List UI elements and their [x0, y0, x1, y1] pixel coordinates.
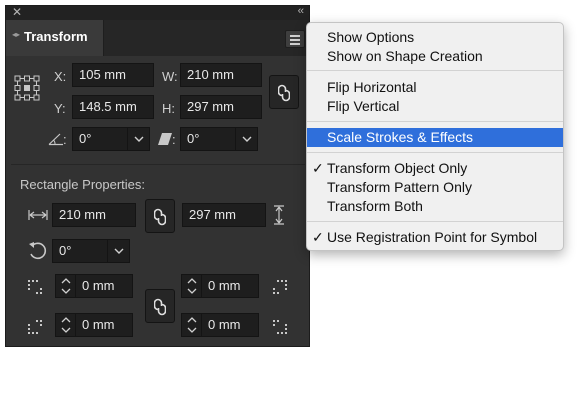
corner-br-value: 0 mm: [208, 317, 241, 332]
menu-item-use-registration-point[interactable]: ✓ Use Registration Point for Symbol: [307, 228, 563, 247]
menu-item-label: Flip Vertical: [327, 98, 400, 114]
menu-item-label: Transform Pattern Only: [327, 179, 472, 195]
rotate-angle-icon: [48, 133, 63, 146]
y-label: Y:: [54, 101, 66, 116]
menu-item-label: Show on Shape Creation: [327, 48, 483, 64]
y-field[interactable]: 148.5 mm: [72, 95, 154, 119]
corner-bottom-left-icon: [28, 320, 42, 334]
rect-height-icon: [274, 205, 284, 225]
menu-item-scale-strokes-effects[interactable]: Scale Strokes & Effects: [307, 128, 563, 147]
panel-tabstrip: ◂▸ Transform: [6, 20, 309, 56]
chevron-down-icon[interactable]: [127, 128, 149, 150]
checkmark-icon: ✓: [312, 229, 324, 245]
constrain-proportions-button[interactable]: [269, 75, 299, 109]
panel-menu-button[interactable]: [285, 30, 305, 48]
shear-value: 0°: [187, 131, 200, 146]
menu-item-flip-vertical[interactable]: Flip Vertical: [307, 97, 563, 116]
stepper-arrows-icon[interactable]: [56, 314, 76, 336]
menu-separator: [307, 121, 563, 122]
stepper-arrows-icon[interactable]: [182, 314, 202, 336]
menu-item-label: Use Registration Point for Symbol: [327, 229, 538, 245]
chain-link-icon: [154, 298, 166, 316]
tab-title: Transform: [24, 29, 88, 44]
chain-link-icon: [278, 84, 290, 102]
h-field[interactable]: 297 mm: [180, 95, 262, 119]
menu-separator: [307, 70, 563, 71]
corner-tl-value: 0 mm: [82, 278, 115, 293]
corner-tr-stepper[interactable]: 0 mm: [181, 274, 259, 298]
tab-arrows-icon: ◂▸: [12, 30, 21, 39]
collapse-icon[interactable]: ‹‹: [298, 4, 304, 18]
stepper-arrows-icon[interactable]: [56, 275, 76, 297]
menu-item-transform-object-only[interactable]: ✓ Transform Object Only: [307, 159, 563, 178]
transform-panel: ✕ ‹‹ ◂▸ Transform X: 105 mm W: 210 mm Y:…: [5, 5, 310, 347]
rect-constrain-button[interactable]: [145, 199, 175, 233]
menu-item-transform-both[interactable]: Transform Both: [307, 197, 563, 216]
menu-item-show-options[interactable]: Show Options: [307, 28, 563, 47]
menu-item-show-on-shape-creation[interactable]: Show on Shape Creation: [307, 47, 563, 66]
stepper-arrows-icon[interactable]: [182, 275, 202, 297]
menu-item-label: Scale Strokes & Effects: [327, 129, 474, 145]
w-field[interactable]: 210 mm: [180, 63, 262, 87]
hamburger-icon: [290, 35, 300, 37]
chevron-down-icon[interactable]: [235, 128, 257, 150]
x-label: X:: [54, 69, 67, 84]
close-icon[interactable]: ✕: [12, 5, 22, 19]
rect-width-icon: [28, 210, 48, 220]
chain-link-icon: [154, 208, 166, 226]
menu-item-flip-horizontal[interactable]: Flip Horizontal: [307, 78, 563, 97]
rotate-suffix: :: [63, 132, 67, 147]
rect-rotation-value: 0°: [59, 243, 72, 258]
rect-width-field[interactable]: 210 mm: [52, 203, 136, 227]
panel-titlebar: ✕ ‹‹: [6, 4, 309, 20]
shear-icon: [158, 133, 172, 145]
rotate-icon: [29, 242, 47, 260]
corner-br-stepper[interactable]: 0 mm: [181, 313, 259, 337]
corner-constrain-button[interactable]: [145, 289, 175, 323]
menu-separator: [307, 152, 563, 153]
rotate-combo[interactable]: 0°: [72, 127, 150, 151]
rect-rotation-combo[interactable]: 0°: [52, 239, 130, 263]
rectangle-properties-heading: Rectangle Properties:: [20, 177, 146, 192]
section-divider: [11, 164, 305, 165]
menu-item-label: Transform Object Only: [327, 160, 468, 176]
reference-point-icon[interactable]: [14, 75, 40, 101]
tab-transform[interactable]: ◂▸ Transform: [6, 20, 104, 56]
menu-item-label: Transform Both: [327, 198, 423, 214]
corner-top-right-icon: [273, 280, 287, 294]
corner-tl-stepper[interactable]: 0 mm: [55, 274, 133, 298]
w-label: W:: [162, 69, 178, 84]
corner-bottom-right-icon: [273, 320, 287, 334]
corner-top-left-icon: [28, 280, 42, 294]
shear-suffix: :: [172, 132, 176, 147]
h-label: H:: [162, 101, 175, 116]
menu-item-label: Show Options: [327, 29, 415, 45]
rotate-value: 0°: [79, 131, 92, 146]
shear-combo[interactable]: 0°: [180, 127, 258, 151]
menu-item-transform-pattern-only[interactable]: Transform Pattern Only: [307, 178, 563, 197]
corner-bl-value: 0 mm: [82, 317, 115, 332]
x-field[interactable]: 105 mm: [72, 63, 154, 87]
corner-bl-stepper[interactable]: 0 mm: [55, 313, 133, 337]
panel-flyout-menu: Show Options Show on Shape Creation Flip…: [306, 22, 564, 251]
menu-item-label: Flip Horizontal: [327, 79, 417, 95]
rect-height-field[interactable]: 297 mm: [182, 203, 266, 227]
checkmark-icon: ✓: [312, 160, 324, 176]
menu-separator: [307, 221, 563, 222]
corner-tr-value: 0 mm: [208, 278, 241, 293]
chevron-down-icon[interactable]: [107, 240, 129, 262]
